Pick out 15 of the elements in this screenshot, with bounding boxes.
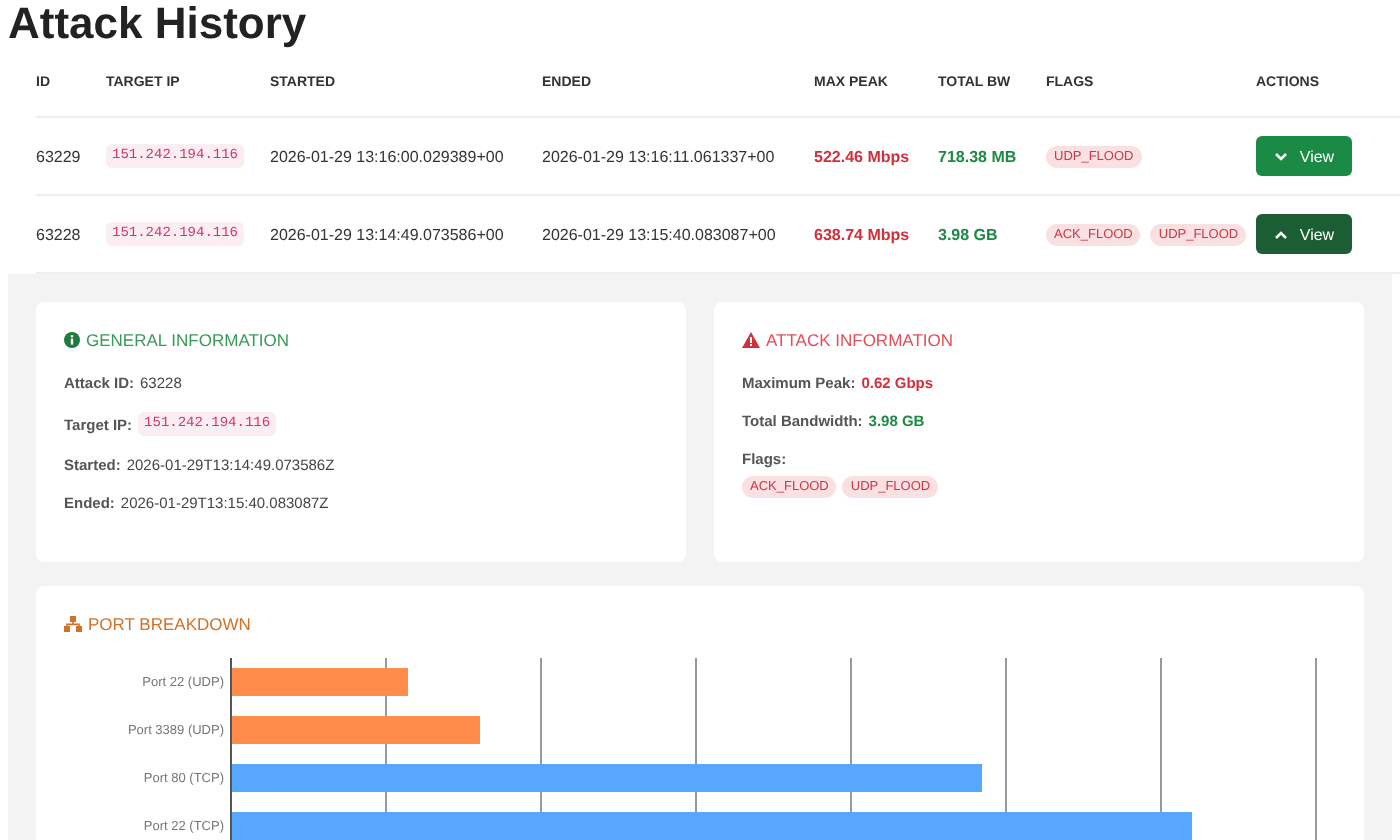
table-cell: 718.38 MB [938, 118, 1046, 196]
view-button[interactable]: View [1256, 136, 1352, 176]
view-button[interactable]: View [1256, 214, 1352, 254]
table-cell: 2026-01-29 13:16:00.029389+00 [270, 118, 542, 196]
table-cell: 522.46 Mbps [814, 118, 938, 196]
table-cell: 2026-01-29 13:16:11.061337+00 [542, 118, 814, 196]
card-title: PORT BREAKDOWN [88, 614, 251, 634]
chevron-down-icon [1273, 151, 1288, 161]
warning-icon [742, 332, 760, 348]
chevron-up-icon [1273, 229, 1288, 239]
page-title: Attack History [6, 0, 309, 48]
card-title: ATTACK INFORMATION [766, 330, 953, 350]
info-icon [64, 332, 80, 348]
network-icon [64, 616, 82, 632]
card-title: GENERAL INFORMATION [86, 330, 290, 350]
